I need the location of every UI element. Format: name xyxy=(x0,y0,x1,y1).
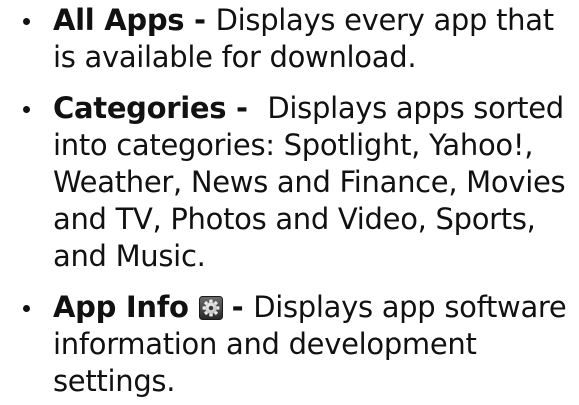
item-separator: - xyxy=(231,290,254,324)
bullet-icon xyxy=(23,18,30,25)
item-term: App Info xyxy=(53,290,189,324)
item-separator: - xyxy=(226,91,268,125)
bullet-icon xyxy=(23,106,30,113)
feature-list: All Apps - Displays every app that is av… xyxy=(0,2,579,400)
item-term: Categories xyxy=(53,91,227,125)
list-item-all-apps: All Apps - Displays every app that is av… xyxy=(0,2,579,76)
list-item-categories: Categories - Displays apps sorted into c… xyxy=(0,90,579,275)
item-separator: - xyxy=(184,3,216,37)
list-item-app-info: App Info - Displays app software informa… xyxy=(0,289,579,400)
document-page: All Apps - Displays every app that is av… xyxy=(0,0,579,405)
gear-icon xyxy=(198,296,223,320)
item-term: All Apps xyxy=(53,3,185,37)
bullet-icon xyxy=(23,305,30,312)
